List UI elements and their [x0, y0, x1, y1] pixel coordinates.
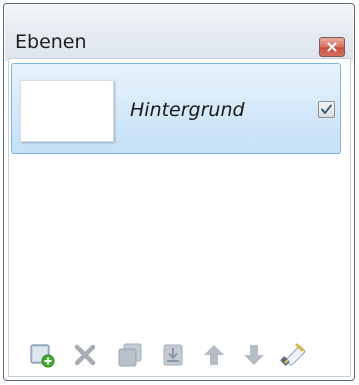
checkmark-icon — [321, 104, 332, 114]
layer-thumbnail[interactable] — [20, 80, 114, 142]
merge-layer-down-icon — [163, 344, 183, 366]
duplicate-layer-button[interactable] — [116, 341, 144, 369]
merge-layer-down-button[interactable] — [159, 341, 187, 369]
move-layer-up-icon — [204, 345, 224, 365]
window-title: Ebenen — [15, 31, 87, 53]
title-bar[interactable]: Ebenen — [5, 5, 353, 61]
duplicate-layer-icon — [118, 343, 142, 367]
layer-visibility-checkbox[interactable] — [318, 101, 335, 118]
move-layer-up-button[interactable] — [200, 341, 228, 369]
layers-toolbar — [28, 341, 348, 369]
delete-layer-icon — [74, 344, 96, 366]
delete-layer-button[interactable] — [71, 341, 99, 369]
add-layer-icon — [30, 344, 55, 368]
close-button[interactable] — [319, 37, 345, 57]
close-icon — [327, 42, 337, 52]
move-layer-down-button[interactable] — [240, 341, 268, 369]
layer-name[interactable]: Hintergrund — [130, 99, 245, 121]
add-layer-button[interactable] — [28, 341, 56, 369]
move-layer-down-icon — [244, 345, 264, 365]
layer-properties-icon — [280, 343, 306, 366]
layer-properties-button[interactable] — [278, 341, 306, 369]
